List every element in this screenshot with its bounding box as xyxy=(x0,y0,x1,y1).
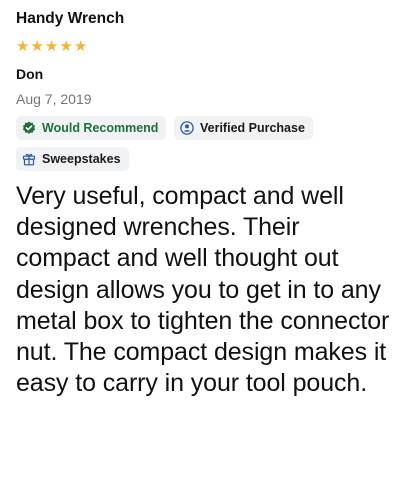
star-icon: ★ xyxy=(30,38,44,55)
review-author: Don xyxy=(16,66,44,82)
sweepstakes-badge: Sweepstakes xyxy=(16,147,129,171)
star-icon: ★ xyxy=(59,38,73,55)
star-icon: ★ xyxy=(44,38,59,55)
star-icon: ★ xyxy=(16,38,30,55)
would-recommend-label: Would Recommend xyxy=(42,121,159,135)
review-card: Handy Wrench ★ ★ ★ ★ ★ Don Aug 7, 2019 W… xyxy=(0,0,403,500)
would-recommend-badge: Would Recommend xyxy=(16,116,167,140)
verified-purchase-label: Verified Purchase xyxy=(200,121,305,135)
user-badge-icon xyxy=(180,121,194,135)
review-date: Aug 7, 2019 xyxy=(16,91,92,107)
review-title: Handy Wrench xyxy=(16,10,125,27)
star-icon: ★ xyxy=(73,38,88,55)
gift-icon xyxy=(22,152,36,166)
review-body: Very useful, compact and well designed w… xyxy=(16,182,390,398)
sweepstakes-label: Sweepstakes xyxy=(42,152,121,166)
verified-purchase-badge: Verified Purchase xyxy=(174,116,313,140)
star-rating: ★ ★ ★ ★ ★ xyxy=(16,39,87,54)
check-badge-icon xyxy=(22,121,36,135)
